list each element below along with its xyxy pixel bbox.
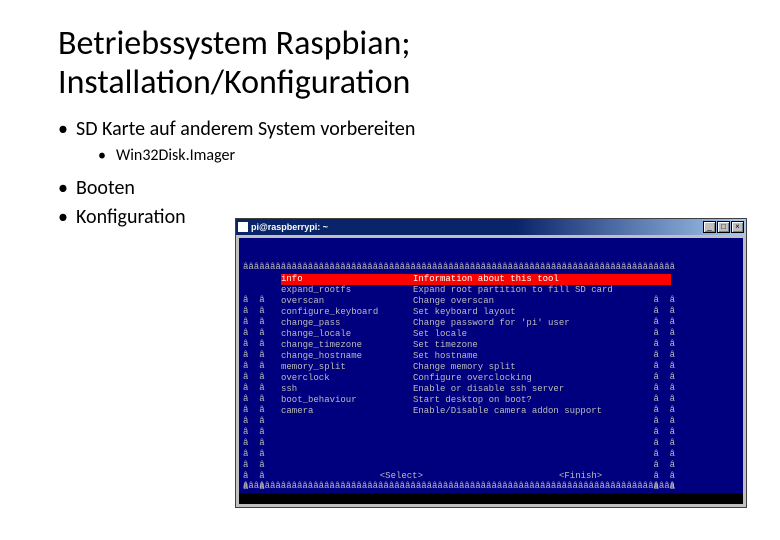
slide-title: Betriebssystem Raspbian; Installation/Ko… — [58, 24, 722, 102]
bullet-list: SD Karte auf anderem System vorbereiten … — [58, 116, 722, 167]
menu-item-change_locale[interactable]: change_localeSet locale — [281, 329, 691, 340]
bullet-text: SD Karte auf anderem System vorbereiten — [76, 117, 415, 141]
menu-item-desc: Enable/Disable camera addon support — [413, 406, 602, 417]
menu-item-desc: Enable or disable ssh server — [413, 384, 564, 395]
menu-item-change_timezone[interactable]: change_timezoneSet timezone — [281, 340, 691, 351]
menu-item-memory_split[interactable]: memory_splitChange memory split — [281, 362, 691, 373]
menu-item-desc: Start desktop on boot? — [413, 395, 532, 406]
menu-item-key: memory_split — [281, 362, 413, 373]
menu-item-key: camera — [281, 406, 413, 417]
terminal-bottom-border: ââââââââââââââââââââââââââââââââââââââââ… — [243, 481, 739, 492]
menu-item-change_pass[interactable]: change_passChange password for 'pi' user — [281, 318, 691, 329]
minimize-button[interactable]: _ — [703, 221, 716, 233]
window-icon — [238, 222, 248, 232]
menu-item-overscan[interactable]: overscanChange overscan — [281, 296, 691, 307]
bullet-konfiguration: Konfiguration — [58, 204, 218, 231]
sub-bullet-list: Win32Disk.Imager — [76, 145, 722, 167]
window-button-group: _ □ × — [703, 221, 744, 233]
terminal-top-border: ââââââââââââââââââââââââââââââââââââââââ… — [243, 262, 739, 273]
menu-item-desc: Change overscan — [413, 296, 494, 307]
menu-item-key: overscan — [281, 296, 413, 307]
close-button[interactable]: × — [731, 221, 744, 233]
menu-item-desc: Expand root partition to fill SD card — [413, 285, 613, 296]
maximize-button[interactable]: □ — [717, 221, 730, 233]
menu-item-key: boot_behaviour — [281, 395, 413, 406]
window-titlebar: pi@raspberrypi: ~ _ □ × — [236, 219, 746, 235]
terminal-side-row: â â â â — [243, 438, 739, 449]
embedded-screenshot-window: pi@raspberrypi: ~ _ □ × ââââââââââââââââ… — [235, 218, 747, 508]
slide: Betriebssystem Raspbian; Installation/Ko… — [0, 0, 780, 540]
menu-item-key: change_pass — [281, 318, 413, 329]
menu-item-ssh[interactable]: sshEnable or disable ssh server — [281, 384, 691, 395]
terminal-side-row: â â â â — [243, 427, 739, 438]
terminal-side-row: â â â â — [243, 416, 739, 427]
left-bullets: Booten Konfiguration — [58, 173, 218, 233]
menu-item-info[interactable]: infoInformation about this tool — [281, 274, 671, 285]
menu-item-configure_keyboard[interactable]: configure_keyboardSet keyboard layout — [281, 307, 691, 318]
bullet-booten: Booten — [58, 175, 218, 202]
window-title: pi@raspberrypi: ~ — [251, 222, 328, 232]
menu-item-key: change_timezone — [281, 340, 413, 351]
menu-item-key: configure_keyboard — [281, 307, 413, 318]
terminal-side-row: â â â â — [243, 460, 739, 471]
terminal[interactable]: ââââââââââââââââââââââââââââââââââââââââ… — [239, 238, 743, 504]
terminal-black-bar — [239, 493, 743, 504]
menu-item-key: expand_rootfs — [281, 285, 413, 296]
menu-item-key: change_hostname — [281, 351, 413, 362]
menu-item-key: info — [281, 274, 413, 285]
menu-item-boot_behaviour[interactable]: boot_behaviourStart desktop on boot? — [281, 395, 691, 406]
menu-item-desc: Set locale — [413, 329, 467, 340]
terminal-side-row: â â â â — [243, 449, 739, 460]
menu-item-desc: Information about this tool — [413, 274, 559, 285]
menu-item-key: overclock — [281, 373, 413, 384]
menu-item-overclock[interactable]: overclockConfigure overclocking — [281, 373, 691, 384]
menu-item-desc: Set timezone — [413, 340, 478, 351]
menu-item-desc: Change password for 'pi' user — [413, 318, 570, 329]
menu-item-change_hostname[interactable]: change_hostnameSet hostname — [281, 351, 691, 362]
menu-item-key: ssh — [281, 384, 413, 395]
menu-item-desc: Set hostname — [413, 351, 478, 362]
menu-item-desc: Configure overclocking — [413, 373, 532, 384]
menu-item-desc: Change memory split — [413, 362, 516, 373]
menu-item-key: change_locale — [281, 329, 413, 340]
sub-bullet-win32: Win32Disk.Imager — [98, 145, 722, 167]
menu-item-expand_rootfs[interactable]: expand_rootfsExpand root partition to fi… — [281, 285, 691, 296]
menu-item-camera[interactable]: cameraEnable/Disable camera addon suppor… — [281, 406, 691, 417]
menu-item-desc: Set keyboard layout — [413, 307, 516, 318]
bullet-sd-karte: SD Karte auf anderem System vorbereiten … — [58, 116, 722, 167]
window-body: ââââââââââââââââââââââââââââââââââââââââ… — [236, 235, 746, 507]
config-menu[interactable]: infoInformation about this toolexpand_ro… — [281, 274, 691, 417]
